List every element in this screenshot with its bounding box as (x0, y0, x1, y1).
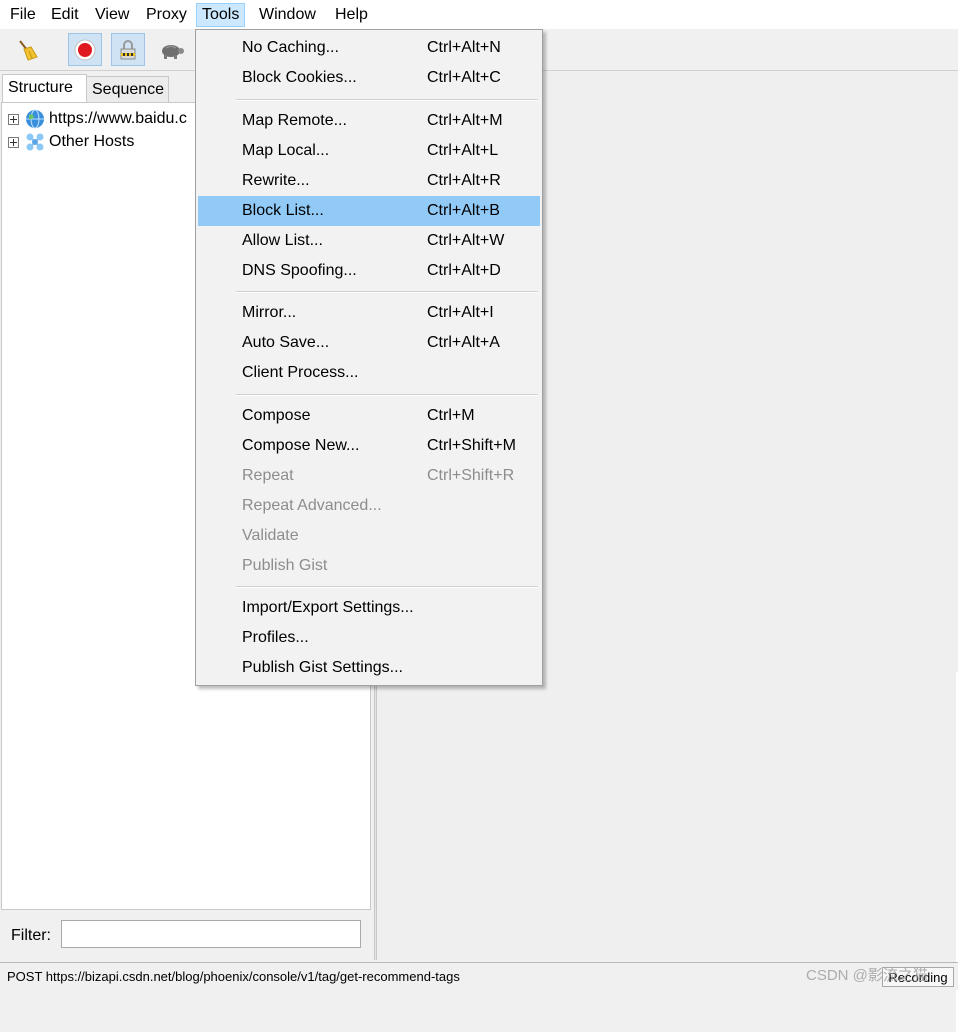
network-hosts-icon (26, 133, 44, 151)
menu-item-label: Map Remote... (242, 112, 347, 129)
filter-label: Filter: (11, 927, 51, 944)
menu-item-dns-spoofing[interactable]: DNS Spoofing... Ctrl+Alt+D (198, 256, 540, 286)
menu-item-shortcut: Ctrl+Alt+R (427, 172, 501, 189)
menu-item-label: Publish Gist (242, 557, 328, 574)
menu-tools[interactable]: Tools (196, 3, 246, 27)
menu-item-import-export-settings[interactable]: Import/Export Settings... (198, 593, 540, 623)
menu-item-label: Client Process... (242, 364, 359, 381)
menu-separator (236, 394, 538, 396)
menu-item-shortcut: Ctrl+Shift+M (427, 437, 516, 454)
menu-item-mirror[interactable]: Mirror... Ctrl+Alt+I (198, 298, 540, 328)
filter-row: Filter: (0, 915, 374, 955)
menu-item-publish-gist: Publish Gist (198, 551, 540, 581)
menu-item-shortcut: Ctrl+Shift+R (427, 467, 515, 484)
tree-node-baidu[interactable]: https://www.baidu.c (8, 108, 187, 130)
menu-item-label: Allow List... (242, 232, 323, 249)
menu-window[interactable]: Window (254, 3, 321, 27)
tab-sequence[interactable]: Sequence (86, 76, 169, 102)
menu-item-validate: Validate (198, 521, 540, 551)
menu-edit[interactable]: Edit (46, 3, 84, 27)
menu-item-shortcut: Ctrl+Alt+W (427, 232, 505, 249)
throttle-button[interactable] (154, 33, 188, 66)
turtle-throttle-icon (162, 44, 184, 59)
status-text: POST https://bizapi.csdn.net/blog/phoeni… (7, 969, 460, 984)
menu-separator (236, 99, 538, 101)
menu-item-shortcut: Ctrl+Alt+L (427, 142, 499, 159)
expand-icon[interactable] (8, 136, 19, 148)
menu-item-label: Repeat Advanced... (242, 497, 382, 514)
menu-item-publish-gist-settings[interactable]: Publish Gist Settings... (198, 653, 540, 683)
menu-file[interactable]: File (5, 3, 41, 27)
tree-node-label: Other Hosts (49, 133, 135, 150)
record-icon (74, 39, 96, 60)
menu-item-label: DNS Spoofing... (242, 262, 357, 279)
record-button[interactable] (68, 33, 102, 66)
menu-item-label: Import/Export Settings... (242, 599, 414, 616)
menu-item-shortcut: Ctrl+Alt+I (427, 304, 494, 321)
menu-item-repeat-advanced: Repeat Advanced... (198, 491, 540, 521)
menu-item-shortcut: Ctrl+Alt+A (427, 334, 500, 351)
menu-item-allow-list[interactable]: Allow List... Ctrl+Alt+W (198, 226, 540, 256)
menu-item-label: Block Cookies... (242, 69, 357, 86)
menu-bar: File Edit View Proxy Tools Window Help (0, 0, 958, 30)
menu-item-shortcut: Ctrl+Alt+D (427, 262, 501, 279)
menu-item-label: Validate (242, 527, 299, 544)
filter-input[interactable] (61, 920, 361, 948)
menu-separator (236, 291, 538, 293)
menu-item-label: Auto Save... (242, 334, 330, 351)
menu-item-label: Map Local... (242, 142, 330, 159)
clear-session-button[interactable] (10, 33, 44, 66)
menu-item-shortcut: Ctrl+Alt+B (427, 202, 500, 219)
menu-item-shortcut: Ctrl+Alt+M (427, 112, 503, 129)
menu-item-shortcut: Ctrl+Alt+C (427, 69, 501, 86)
globe-icon (26, 109, 44, 129)
menu-item-map-remote[interactable]: Map Remote... Ctrl+Alt+M (198, 106, 540, 136)
menu-item-label: Rewrite... (242, 172, 310, 189)
tree-node-label: https://www.baidu.c (49, 110, 187, 127)
watermark: CSDN @影流之猫 (806, 967, 928, 984)
menu-item-label: Publish Gist Settings... (242, 659, 403, 676)
menu-item-profiles[interactable]: Profiles... (198, 623, 540, 653)
menu-item-no-caching[interactable]: No Caching... Ctrl+Alt+N (198, 33, 540, 63)
menu-item-label: Profiles... (242, 629, 309, 646)
menu-view[interactable]: View (90, 3, 134, 27)
menu-item-label: Compose New... (242, 437, 360, 454)
menu-proxy[interactable]: Proxy (141, 3, 192, 27)
menu-item-client-process[interactable]: Client Process... (198, 358, 540, 388)
menu-item-compose[interactable]: Compose Ctrl+M (198, 401, 540, 431)
ssl-lock-icon (120, 39, 136, 59)
menu-item-repeat: Repeat Ctrl+Shift+R (198, 461, 540, 491)
menu-item-label: Repeat (242, 467, 294, 484)
menu-item-block-cookies[interactable]: Block Cookies... Ctrl+Alt+C (198, 63, 540, 93)
menu-item-label: Block List... (242, 202, 324, 219)
tab-structure[interactable]: Structure (2, 74, 87, 102)
expand-icon[interactable] (8, 113, 19, 125)
menu-separator (236, 586, 538, 588)
menu-item-rewrite[interactable]: Rewrite... Ctrl+Alt+R (198, 166, 540, 196)
menu-help[interactable]: Help (330, 3, 373, 27)
menu-item-label: Compose (242, 407, 311, 424)
menu-item-map-local[interactable]: Map Local... Ctrl+Alt+L (198, 136, 540, 166)
menu-item-shortcut: Ctrl+M (427, 407, 475, 424)
menu-item-shortcut: Ctrl+Alt+N (427, 39, 501, 56)
broom-icon (19, 39, 38, 61)
menu-item-label: No Caching... (242, 39, 339, 56)
tools-menu-dropdown: No Caching... Ctrl+Alt+N Block Cookies..… (195, 29, 543, 686)
menu-item-compose-new[interactable]: Compose New... Ctrl+Shift+M (198, 431, 540, 461)
menu-item-block-list[interactable]: Block List... Ctrl+Alt+B (198, 196, 540, 226)
menu-item-label: Mirror... (242, 304, 297, 321)
menu-item-auto-save[interactable]: Auto Save... Ctrl+Alt+A (198, 328, 540, 358)
ssl-proxying-button[interactable] (111, 33, 145, 66)
tree-node-other-hosts[interactable]: Other Hosts (8, 131, 134, 153)
